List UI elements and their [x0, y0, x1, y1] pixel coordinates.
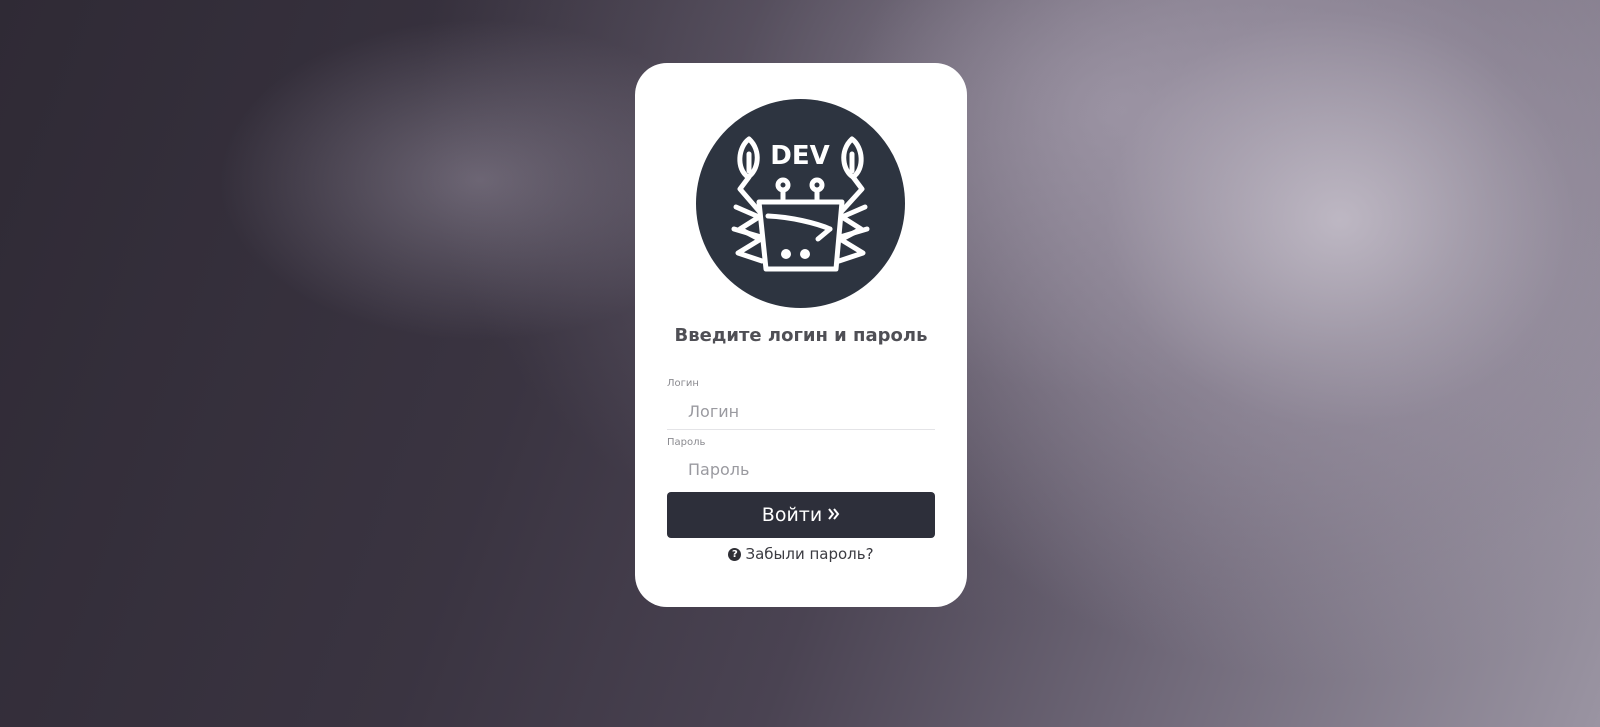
login-button-label: Войти — [761, 504, 823, 526]
form-heading: Введите логин и пароль — [674, 325, 928, 346]
login-input[interactable] — [667, 394, 935, 430]
question-circle-icon: ? — [728, 547, 742, 561]
logo-graphic: DEV — [731, 136, 870, 272]
logo-text: DEV — [770, 141, 829, 171]
password-label: Пароль — [667, 437, 706, 448]
login-label: Логин — [667, 378, 699, 389]
double-chevron-right-icon — [828, 504, 840, 526]
forgot-password-link[interactable]: ? Забыли пароль? — [635, 545, 967, 563]
password-input[interactable] — [667, 451, 935, 487]
login-button[interactable]: Войти — [667, 492, 935, 538]
crab-cart-icon: DEV — [696, 99, 905, 308]
forgot-password-label: Забыли пароль? — [745, 545, 874, 563]
login-card: DEV Введите логин и пароль Логин Логин П… — [635, 63, 967, 607]
